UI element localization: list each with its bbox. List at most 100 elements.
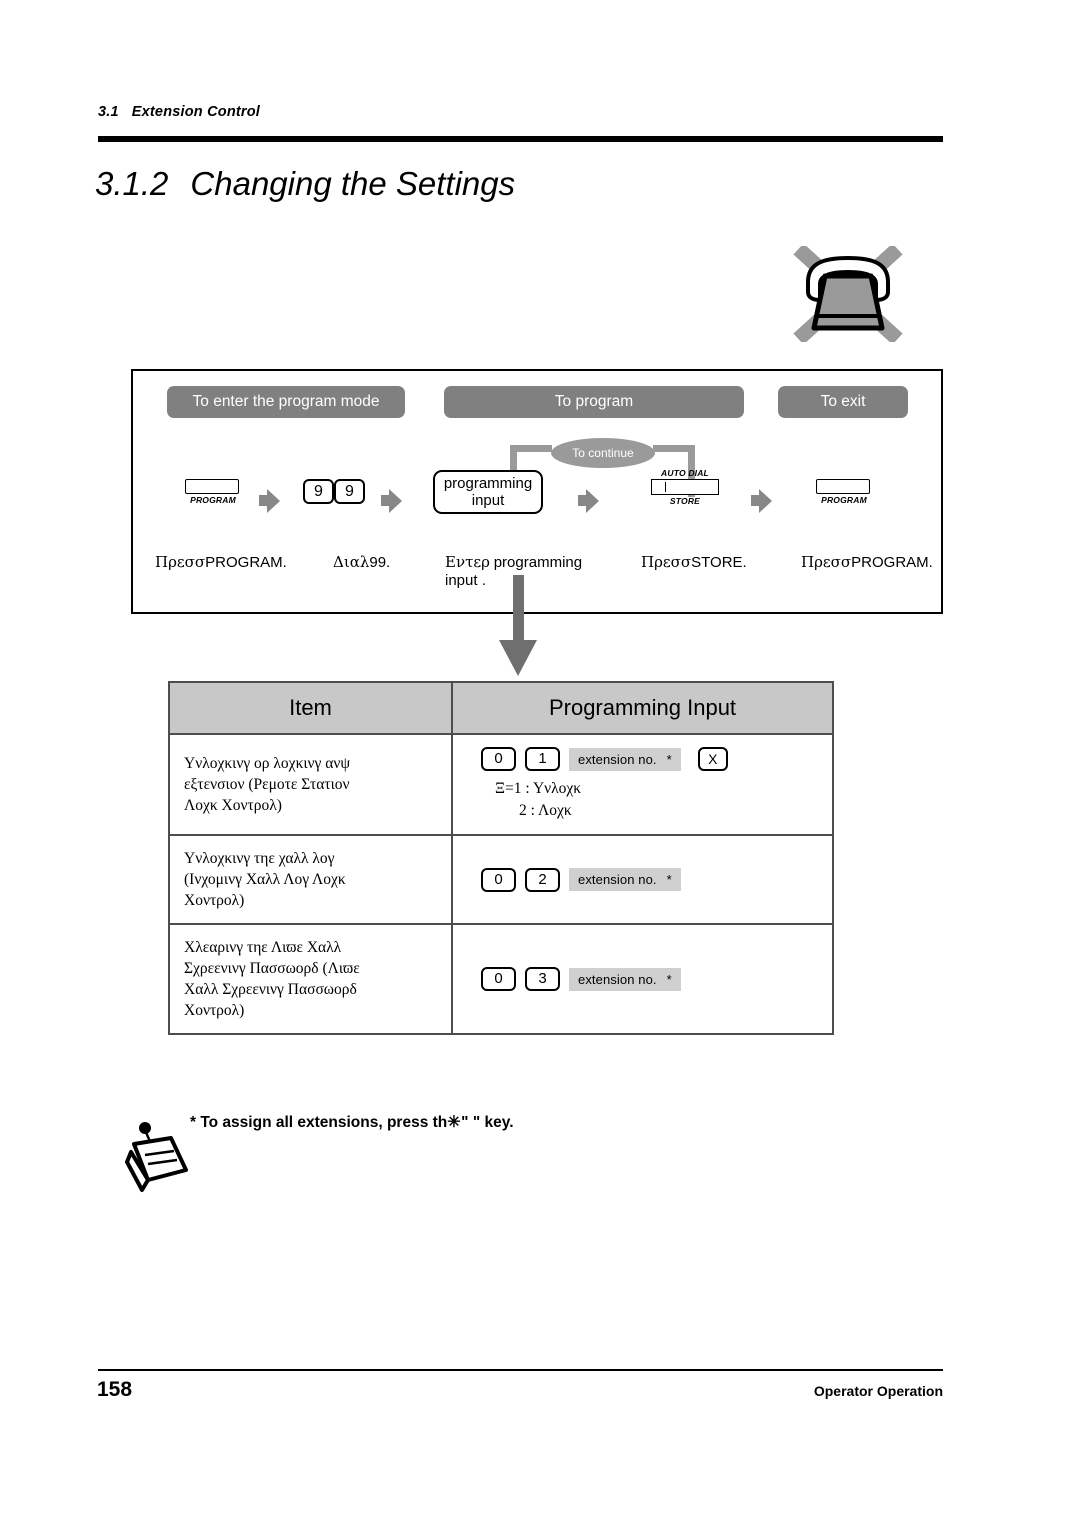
- code-sequence-2: 0 2 extension no. *: [481, 867, 818, 892]
- flow-arrow-1: [259, 489, 280, 513]
- running-head-section-title: Extension Control: [131, 104, 261, 120]
- table-cell-item-2: Υνλοχκινγ τηε χαλλ λογ (Ινχομινγ Χαλλ Λο…: [168, 834, 453, 925]
- program-key-label-exit: PROGRAM: [821, 495, 867, 505]
- flow-to-table-arrow-shaft: [513, 575, 524, 645]
- table-cell-item-3: Χλεαρινγ τηε Λιϖε Χαλλ Σχρεενινγ Πασσωορ…: [168, 923, 453, 1035]
- column-header-programming-input: Programming Input: [451, 681, 834, 735]
- flow-caption-4-latin: STORE.: [691, 554, 747, 571]
- store-key-top-label: AUTO DIAL: [661, 468, 709, 478]
- item-2-line-3: Χοντρολ): [184, 892, 245, 909]
- flow-arrow-4: [751, 489, 772, 513]
- item-2-line-1: Υνλοχκινγ τηε χαλλ λογ: [184, 850, 335, 867]
- item-3-line-4: Χοντρολ): [184, 1002, 245, 1019]
- item-3-line-2: Σχρεενινγ Πασσωορδ (Λιϖε: [184, 960, 360, 977]
- flow-step-programming-input-box: programming input: [433, 470, 543, 514]
- code-key-1-row1: 1: [525, 747, 560, 771]
- flow-step-program-key-1: PROGRAM: [185, 479, 241, 505]
- phase-bar-to-exit: To exit: [778, 386, 908, 418]
- programming-input-line-2: input: [471, 492, 505, 509]
- item-2-line-2: (Ινχομινγ Χαλλ Λογ Λοχκ: [184, 871, 346, 888]
- flow-caption-1-latin: PROGRAM.: [205, 554, 287, 571]
- flow-step-program-key-2: PROGRAM: [816, 479, 872, 505]
- table-cell-input-1: 0 1 extension no. * X Ξ=1 : Υνλοχκ 2 : Λο…: [451, 733, 834, 836]
- extension-no-label-row1: extension no.: [578, 751, 657, 767]
- code-key-0-row3: 0: [481, 967, 516, 991]
- table-cell-input-2: 0 2 extension no. *: [451, 834, 834, 925]
- table-row: Χλεαρινγ τηε Λιϖε Χαλλ Σχρεενινγ Πασσωορ…: [168, 923, 834, 1035]
- running-head: 3.1 Extension Control: [98, 104, 260, 120]
- flow-caption-2-latin: 99.: [369, 554, 391, 571]
- code-key-0-row1: 0: [481, 747, 516, 771]
- table-row: Υνλοχκινγ ορ λοχκινγ ανψ εξτενσιον (Ρεμο…: [168, 733, 834, 836]
- program-key-label: PROGRAM: [190, 495, 236, 505]
- phase-bar-to-program: To program: [444, 386, 744, 418]
- flow-caption-5: ΠρεσσPROGRAM.: [801, 553, 933, 572]
- extension-no-chip-row2: extension no. *: [569, 868, 681, 891]
- store-key-cap: [651, 479, 719, 495]
- digit-key-9-first: 9: [303, 479, 334, 504]
- column-header-item: Item: [168, 681, 453, 735]
- footnote-assign-all-extensions: * To assign all extensions, press th✳" "…: [190, 1112, 514, 1132]
- flow-caption-3-latin: programming: [493, 554, 583, 571]
- footer-label: Operator Operation: [813, 1383, 943, 1399]
- option-line-2-row1: 2 : Λοχκ: [519, 802, 572, 819]
- footnote-prefix: * To assign all extensions, press th: [190, 1114, 448, 1131]
- flow-caption-1-symbol: Πρεσσ: [155, 553, 206, 571]
- store-key-bottom-label: STORE: [669, 496, 701, 506]
- extension-no-star-row3: *: [666, 971, 672, 987]
- asterisk-key-icon: ✳: [447, 1114, 462, 1131]
- item-3-line-3: Χαλλ Σχρεενινγ Πασσωορδ: [184, 981, 357, 998]
- extension-no-chip-row1: extension no. *: [569, 747, 681, 771]
- page-title-number: 3.1.2: [95, 165, 169, 202]
- flow-caption-5-latin: PROGRAM.: [851, 554, 933, 571]
- page-title: 3.1.2 Changing the Settings: [95, 165, 515, 203]
- programming-input-line-1: programming: [443, 475, 533, 492]
- digit-key-9-second: 9: [334, 479, 365, 504]
- telephone-disabled-icon: [792, 243, 904, 345]
- flow-step-dial-99: 99: [303, 479, 365, 504]
- code-key-2-row2: 2: [525, 867, 560, 892]
- code-key-x-row1: X: [697, 747, 728, 771]
- code-key-3-row3: 3: [525, 967, 560, 991]
- table-cell-item-1: Υνλοχκινγ ορ λοχκινγ ανψ εξτενσιον (Ρεμο…: [168, 733, 453, 836]
- code-sequence-1: 0 1 extension no. * X: [481, 747, 818, 771]
- flow-arrow-2: [381, 489, 402, 513]
- item-1-line-2: εξτενσιον (Ρεμοτε Στατιον: [184, 776, 350, 793]
- extension-no-star-row1: *: [666, 751, 672, 767]
- note-memo-icon: [124, 1118, 194, 1196]
- item-1-line-3: Λοχκ Χοντρολ): [184, 797, 282, 814]
- option-line-1-row1: Ξ=1 : Υνλοχκ: [495, 780, 582, 797]
- table-row: Υνλοχκινγ τηε χαλλ λογ (Ινχομινγ Χαλλ Λο…: [168, 834, 834, 925]
- program-key-cap-exit: [816, 479, 870, 494]
- code-sequence-3: 0 3 extension no. *: [481, 967, 818, 991]
- table-cell-input-3: 0 3 extension no. *: [451, 923, 834, 1035]
- flow-caption-1: ΠρεσσPROGRAM.: [155, 553, 287, 572]
- phase-bar-enter-program-mode: To enter the program mode: [167, 386, 405, 418]
- running-head-section-number: 3.1: [98, 104, 119, 120]
- flow-caption-2-symbol: Διαλ: [333, 553, 370, 571]
- flow-caption-4: ΠρεσσSTORE.: [641, 553, 747, 572]
- extension-no-star-row2: *: [666, 872, 672, 887]
- program-flow-panel: To enter the program mode To program To …: [131, 369, 943, 614]
- flow-caption-5-symbol: Πρεσσ: [801, 553, 852, 571]
- code-key-0-row2: 0: [481, 867, 516, 892]
- flow-to-table-arrow-head: [499, 640, 537, 676]
- extension-no-label-row3: extension no.: [578, 971, 657, 987]
- extension-no-label-row2: extension no.: [578, 872, 657, 887]
- header-rule: [98, 136, 943, 142]
- programming-input-table: Item Programming Input Υνλοχκινγ ορ λοχκ…: [168, 681, 834, 1035]
- footer-rule: [98, 1369, 943, 1371]
- program-key-cap: [185, 479, 239, 494]
- flow-caption-3-symbol: Εντερ: [445, 553, 490, 571]
- flow-step-store-key: AUTO DIAL STORE: [646, 468, 724, 506]
- flow-caption-4-symbol: Πρεσσ: [641, 553, 692, 571]
- table-header-row: Item Programming Input: [168, 681, 834, 735]
- extension-no-chip-row3: extension no. *: [569, 967, 681, 991]
- item-3-line-1: Χλεαρινγ τηε Λιϖε Χαλλ: [184, 939, 342, 956]
- page-number: 158: [97, 1378, 133, 1401]
- page-title-text: Changing the Settings: [190, 165, 516, 202]
- flow-arrow-3: [578, 489, 599, 513]
- continue-label-bubble: To continue: [551, 438, 655, 468]
- flow-caption-2: Διαλ99.: [333, 553, 390, 572]
- footnote-suffix: " " key.: [461, 1114, 514, 1131]
